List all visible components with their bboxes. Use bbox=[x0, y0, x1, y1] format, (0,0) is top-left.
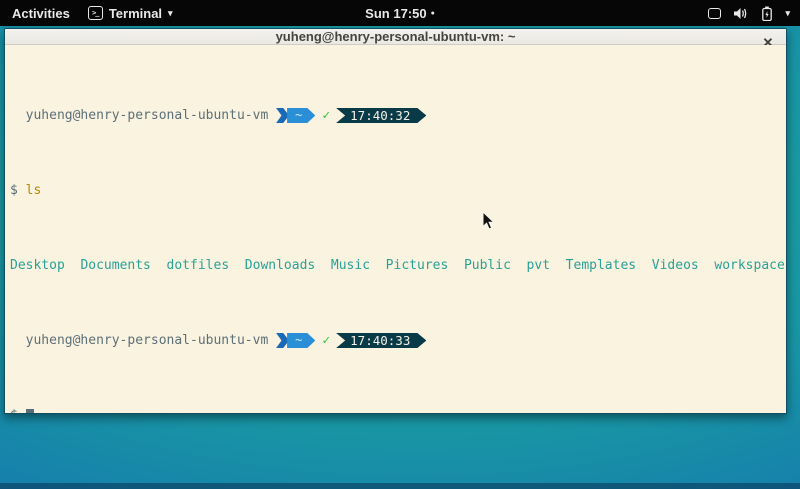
prompt-user-host: yuheng@henry-personal-ubuntu-vm bbox=[26, 108, 269, 123]
system-menu-chevron-icon: ▾ bbox=[785, 9, 790, 18]
prompt-cwd-segment: ~ bbox=[287, 333, 315, 348]
window-title: yuheng@henry-personal-ubuntu-vm: ~ bbox=[276, 29, 516, 44]
directory-name: Pictures bbox=[386, 258, 449, 273]
battery-charging-icon bbox=[762, 6, 772, 21]
chevron-down-icon: ▾ bbox=[168, 9, 173, 18]
command-line: $ ls bbox=[10, 183, 782, 198]
command-text: ls bbox=[26, 183, 42, 198]
prompt-line: yuheng@henry-personal-ubuntu-vm ~ ✓ 17:4… bbox=[10, 333, 782, 348]
prompt-time-segment: 17:40:32 bbox=[336, 108, 426, 123]
text-cursor bbox=[26, 409, 34, 415]
app-menu-terminal[interactable]: >_ Terminal ▾ bbox=[88, 6, 173, 21]
prompt-symbol: $ bbox=[10, 183, 18, 198]
terminal-output[interactable]: yuheng@henry-personal-ubuntu-vm ~ ✓ 17:4… bbox=[5, 45, 786, 414]
terminal-app-icon: >_ bbox=[88, 6, 103, 20]
directory-listing: Desktop Documents dotfiles Downloads Mus… bbox=[10, 258, 782, 273]
directory-name: Documents bbox=[80, 258, 150, 273]
directory-name: Desktop bbox=[10, 258, 65, 273]
activities-button[interactable]: Activities bbox=[12, 6, 70, 21]
directory-name: Videos bbox=[652, 258, 699, 273]
prompt-line: yuheng@henry-personal-ubuntu-vm ~ ✓ 17:4… bbox=[10, 108, 782, 123]
prompt-cwd-segment: ~ bbox=[287, 108, 315, 123]
directory-name: pvt bbox=[527, 258, 550, 273]
check-icon: ✓ bbox=[315, 333, 336, 348]
top-bar: Activities >_ Terminal ▾ Sun 17:50 ● ▾ bbox=[0, 0, 800, 26]
directory-name: Downloads bbox=[245, 258, 315, 273]
directory-name: workspace bbox=[714, 258, 784, 273]
terminal-window: yuheng@henry-personal-ubuntu-vm: ~ ✕ yuh… bbox=[4, 28, 787, 414]
desktop-wallpaper: yuheng@henry-personal-ubuntu-vm: ~ ✕ yuh… bbox=[0, 26, 800, 489]
app-menu-label: Terminal bbox=[109, 6, 162, 21]
directory-name: dotfiles bbox=[167, 258, 230, 273]
prompt-time-segment: 17:40:33 bbox=[336, 333, 426, 348]
check-icon: ✓ bbox=[315, 108, 336, 123]
directory-name: Music bbox=[331, 258, 370, 273]
window-titlebar[interactable]: yuheng@henry-personal-ubuntu-vm: ~ ✕ bbox=[5, 29, 786, 45]
system-status-area[interactable]: ▾ bbox=[708, 0, 800, 26]
prompt-user-host: yuheng@henry-personal-ubuntu-vm bbox=[26, 333, 269, 348]
current-input-line[interactable]: $ bbox=[10, 408, 782, 414]
directory-name: Public bbox=[464, 258, 511, 273]
wallpaper-bottom-shade bbox=[0, 483, 800, 489]
prompt-symbol: $ bbox=[10, 408, 18, 414]
clock[interactable]: Sun 17:50 bbox=[365, 6, 426, 21]
display-icon bbox=[708, 8, 721, 19]
notification-dot-icon: ● bbox=[431, 10, 435, 17]
directory-name: Templates bbox=[566, 258, 636, 273]
volume-icon bbox=[734, 7, 749, 20]
